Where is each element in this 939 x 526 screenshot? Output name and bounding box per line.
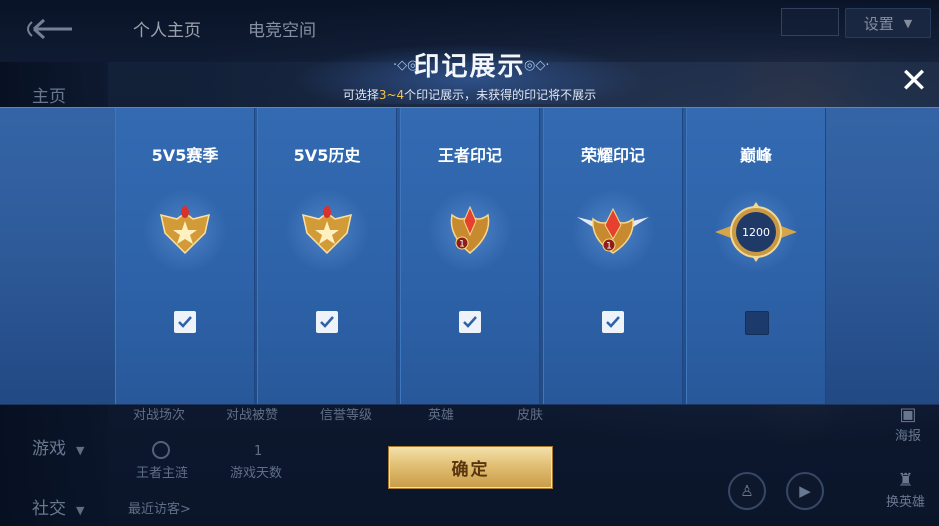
modal-title: 印记展示 [413,52,526,82]
emblem-card-season[interactable]: 5V5赛季 [115,108,255,404]
card-title: 荣耀印记 [580,146,645,165]
emblem-card-glory[interactable]: 荣耀印记 1 [543,108,683,404]
subtitle-prefix: 可选择 [342,88,379,102]
emblem-panel: 5V5赛季 5V5历史 王者印记 1 荣耀印记 1 巅峰 1200 [0,107,939,405]
king-badge: 1 [459,240,465,250]
card-title: 王者印记 [437,146,502,165]
glory-checkbox[interactable] [602,311,624,333]
emblem-card-king[interactable]: 王者印记 1 [400,108,540,404]
close-button[interactable]: ✕ [897,64,931,98]
peak-emblem-icon: 1200 [706,186,806,276]
season-checkbox[interactable] [174,311,196,333]
subtitle-highlight: 3~4 [378,88,405,102]
check-icon [178,316,192,328]
king-checkbox[interactable] [459,311,481,333]
season-emblem-icon [135,186,235,276]
modal-subtitle: 可选择3~4个印记展示，未获得的印记将不展示 [0,86,939,103]
panel-side-right [824,108,939,404]
glory-emblem-icon: 1 [563,186,663,276]
emblem-card-history[interactable]: 5V5历史 [257,108,397,404]
peak-checkbox[interactable] [745,311,769,335]
panel-side-left [0,108,115,404]
peak-score: 1200 [742,226,770,239]
card-title: 5V5赛季 [151,146,219,165]
emblem-card-peak[interactable]: 巅峰 1200 [686,108,826,404]
check-icon [320,316,334,328]
close-icon: ✕ [899,61,929,101]
title-ornament-right-icon: ◎◇· [524,58,550,73]
confirm-button[interactable]: 确定 [388,446,553,489]
history-checkbox[interactable] [316,311,338,333]
check-icon [463,316,477,328]
king-emblem-icon: 1 [420,186,520,276]
check-icon [606,316,620,328]
history-emblem-icon [277,186,377,276]
card-title: 5V5历史 [293,146,361,165]
card-title: 巅峰 [739,146,772,165]
modal-header: ·◇◎ 印记展示 ◎◇· 可选择3~4个印记展示，未获得的印记将不展示 [0,34,939,106]
subtitle-suffix: 个印记展示，未获得的印记将不展示 [404,88,597,102]
glory-badge: 1 [606,242,612,252]
